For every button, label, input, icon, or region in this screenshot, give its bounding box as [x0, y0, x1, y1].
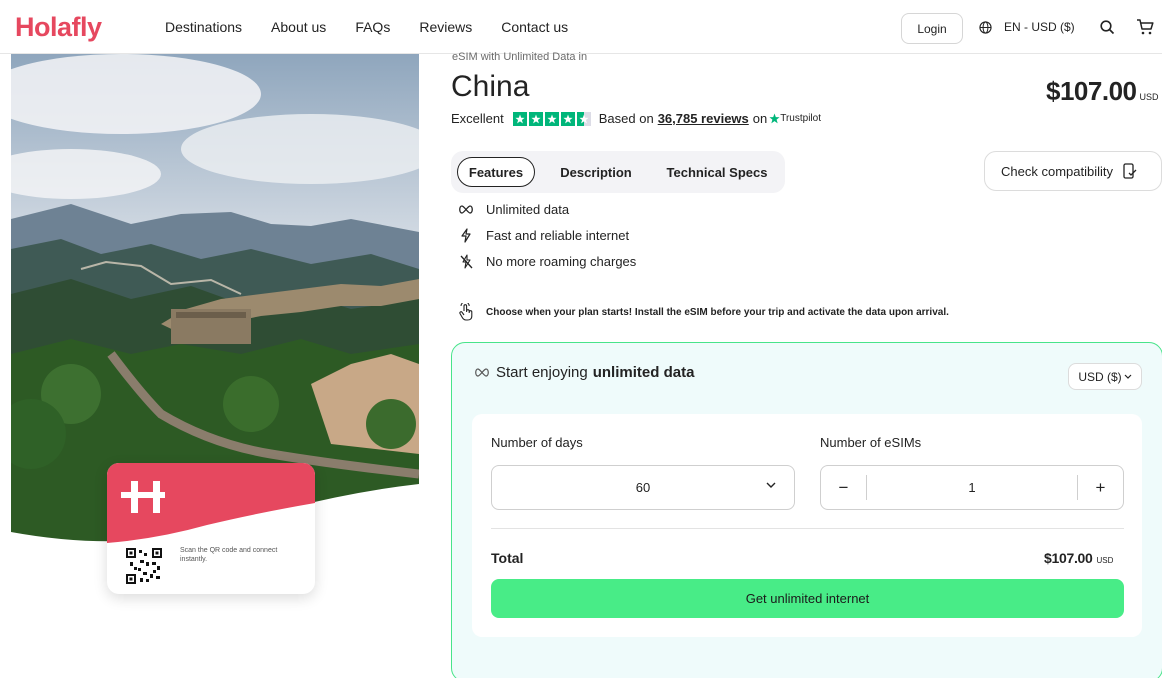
phone-check-icon: [1123, 163, 1137, 179]
on-text: on: [752, 111, 768, 126]
card-header-graphic: [107, 463, 315, 543]
site-header: Holafly Destinations About us FAQs Revie…: [0, 0, 1162, 54]
rating-row: Excellent Based on 36,785 reviews on Tru…: [451, 111, 821, 126]
reviews-link[interactable]: 36,785 reviews: [658, 111, 749, 126]
currency-select[interactable]: USD ($): [1068, 363, 1142, 390]
currency-select-value: USD ($): [1078, 369, 1122, 384]
hand-pointer-icon: [459, 303, 473, 321]
plan-options-card: Number of days Number of eSIMs 60 − 1 + …: [472, 414, 1142, 637]
feature-label: No more roaming charges: [486, 254, 637, 269]
search-icon[interactable]: [1100, 20, 1115, 35]
chevron-down-icon: [766, 482, 776, 488]
star-icon: [560, 111, 575, 126]
lightning-icon: [458, 228, 474, 243]
half-star-icon: [576, 111, 591, 126]
nav-destinations[interactable]: Destinations: [165, 19, 242, 35]
activation-notice: Choose when your plan starts! Install th…: [458, 303, 949, 321]
star-icon: [512, 111, 527, 126]
feature-fast-internet: Fast and reliable internet: [458, 228, 629, 243]
feature-no-roaming: No more roaming charges: [458, 254, 636, 269]
rating-stars: [512, 111, 591, 126]
notice-text: Choose when your plan starts! Install th…: [486, 306, 949, 318]
product-subtitle: eSIM with Unlimited Data in: [452, 51, 588, 63]
tab-description[interactable]: Description: [547, 157, 645, 187]
total-label: Total: [491, 550, 524, 566]
check-compatibility-button[interactable]: Check compatibility: [984, 151, 1162, 191]
product-price: $107.00 USD: [1046, 76, 1159, 107]
increment-button[interactable]: +: [1077, 475, 1123, 500]
product-tabs: Features Description Technical Specs: [451, 151, 785, 193]
globe-icon: [979, 20, 992, 34]
days-label: Number of days: [491, 435, 583, 450]
check-compatibility-label: Check compatibility: [1001, 163, 1113, 179]
trustpilot-label: Trustpilot: [780, 113, 821, 124]
price-currency: USD: [1139, 92, 1159, 102]
decrement-button[interactable]: −: [821, 475, 867, 500]
based-on-text: Based on: [598, 111, 654, 126]
card-scan-text: Scan the QR code and connect instantly.: [180, 547, 278, 563]
esims-quantity-stepper: − 1 +: [820, 465, 1124, 510]
tab-features[interactable]: Features: [457, 157, 535, 187]
main-nav: Destinations About us FAQs Reviews Conta…: [165, 19, 597, 35]
days-select-value: 60: [635, 480, 651, 495]
holafly-logo[interactable]: Holafly: [15, 12, 102, 43]
feature-label: Unlimited data: [486, 202, 570, 217]
price-amount: $107.00: [1046, 76, 1137, 106]
chevron-down-icon: [1124, 374, 1132, 379]
language-label: EN - USD ($): [1004, 20, 1075, 34]
total-currency: USD: [1096, 556, 1114, 565]
trustpilot-logo: Trustpilot: [769, 113, 821, 124]
no-roaming-icon: [458, 254, 474, 269]
language-selector[interactable]: EN - USD ($): [979, 20, 1075, 34]
nav-about-us[interactable]: About us: [271, 19, 326, 35]
star-icon: [528, 111, 543, 126]
divider: [491, 528, 1124, 529]
total-amount: $107.00: [1044, 550, 1093, 566]
plan-heading-prefix: Start enjoying: [496, 364, 588, 381]
esims-label: Number of eSIMs: [820, 435, 922, 450]
total-value: $107.00 USD: [1044, 550, 1113, 566]
qr-code: [126, 548, 162, 584]
feature-unlimited-data: Unlimited data: [458, 202, 569, 217]
esim-card: Scan the QR code and connect instantly.: [107, 463, 315, 594]
star-icon: [544, 111, 559, 126]
rating-label: Excellent: [451, 111, 504, 126]
days-select[interactable]: 60: [491, 465, 795, 510]
tab-technical-specs[interactable]: Technical Specs: [657, 157, 777, 187]
get-unlimited-internet-button[interactable]: Get unlimited internet: [491, 579, 1124, 618]
nav-faqs[interactable]: FAQs: [355, 19, 390, 35]
feature-label: Fast and reliable internet: [486, 228, 630, 243]
trustpilot-star-icon: [769, 113, 780, 124]
infinity-icon: [475, 368, 489, 377]
infinity-icon: [458, 205, 474, 214]
nav-reviews[interactable]: Reviews: [419, 19, 472, 35]
page-title: China: [451, 70, 530, 103]
esims-quantity-value[interactable]: 1: [867, 466, 1077, 509]
nav-contact-us[interactable]: Contact us: [501, 19, 568, 35]
login-button[interactable]: Login: [901, 13, 963, 44]
plan-heading-bold: unlimited data: [592, 364, 695, 381]
plan-panel: Start enjoying unlimited data USD ($) Nu…: [451, 342, 1162, 678]
cart-icon[interactable]: [1136, 18, 1154, 36]
plan-heading: Start enjoying unlimited data: [474, 364, 694, 381]
